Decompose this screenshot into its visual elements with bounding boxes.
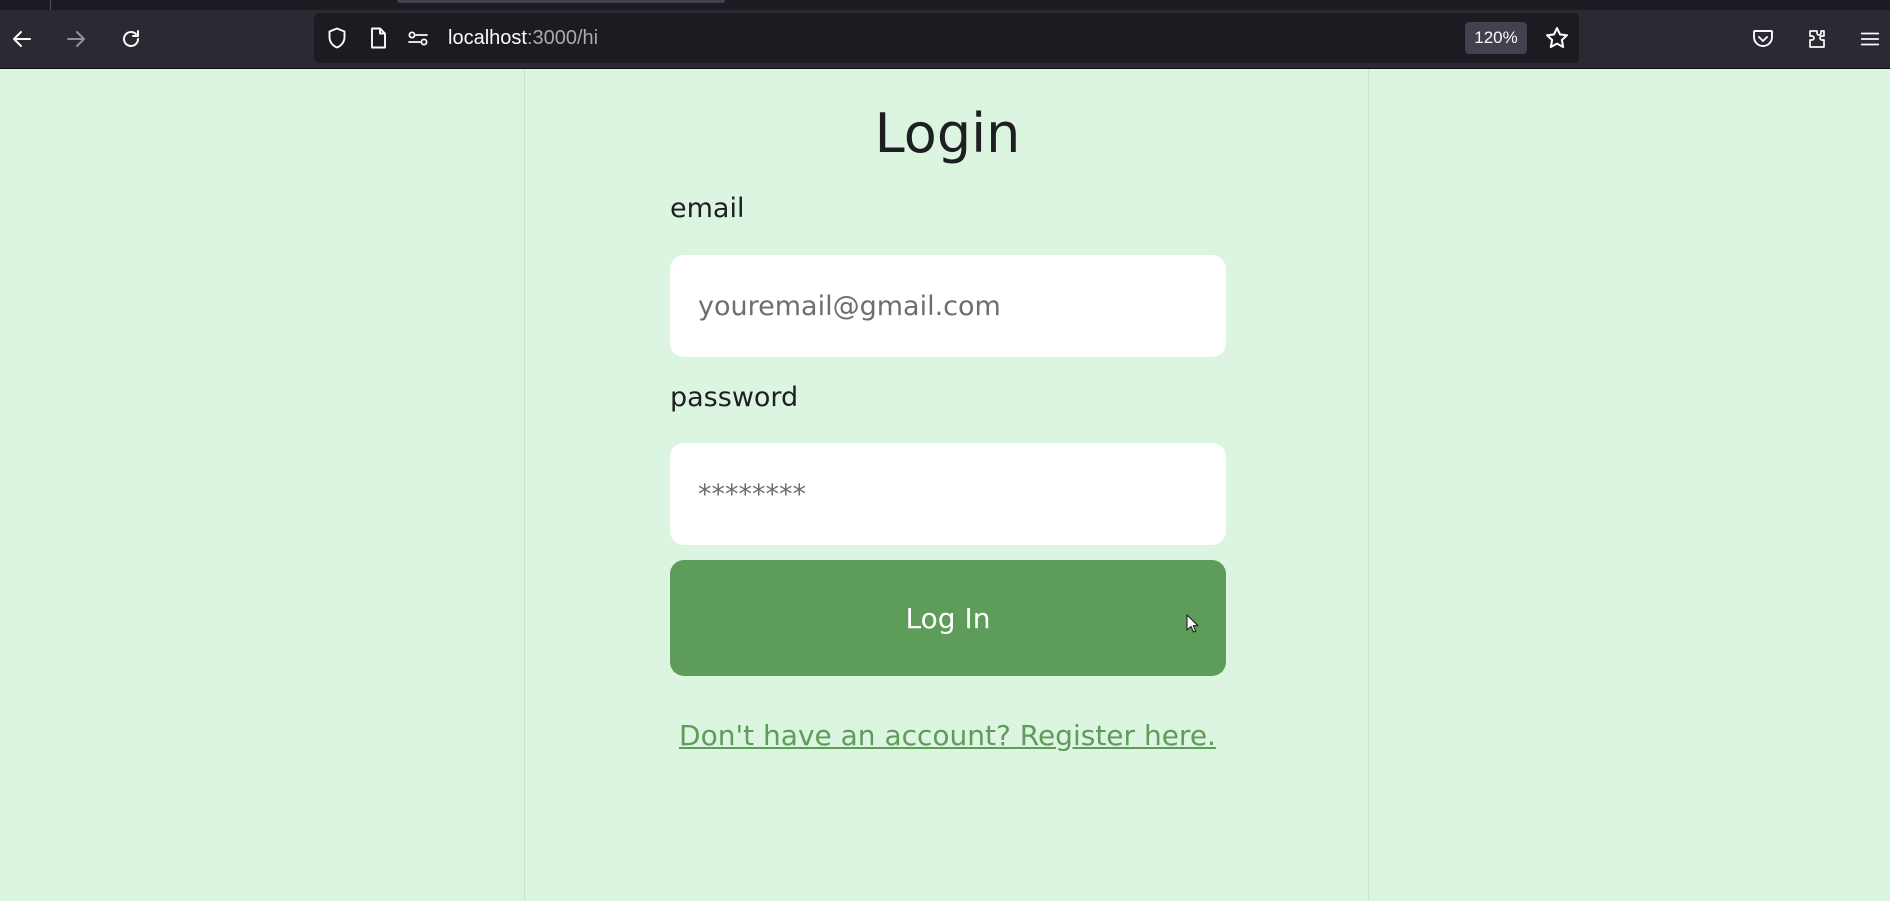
back-button[interactable]	[4, 21, 40, 57]
page-info-icon[interactable]	[366, 26, 390, 50]
register-link[interactable]: Don't have an account? Register here.	[525, 716, 1370, 756]
url-bar[interactable]: localhost:3000/hi 120%	[314, 13, 1579, 63]
pocket-button[interactable]	[1745, 21, 1781, 57]
page-title: Login	[874, 102, 1021, 165]
login-container: Login email password Log In Don't have a…	[524, 69, 1369, 901]
password-label: password	[670, 382, 799, 413]
tab-strip	[0, 0, 1890, 10]
login-button[interactable]: Log In	[670, 560, 1226, 676]
pocket-icon	[1753, 30, 1773, 47]
page-content: Login email password Log In Don't have a…	[0, 69, 1890, 901]
extensions-button[interactable]	[1799, 21, 1835, 57]
back-arrow-icon	[13, 31, 31, 47]
url-path: :3000/hi	[526, 27, 599, 49]
browser-toolbar: localhost:3000/hi 120%	[0, 0, 1890, 69]
extensions-icon	[1809, 30, 1825, 48]
hamburger-menu-icon	[1860, 32, 1880, 46]
password-field[interactable]	[670, 443, 1226, 545]
mouse-cursor-icon	[1186, 614, 1199, 633]
url-host: localhost	[448, 27, 527, 49]
active-tab[interactable]	[397, 0, 725, 3]
app-menu-button[interactable]	[1852, 21, 1888, 57]
bookmark-star-icon[interactable]	[1544, 25, 1570, 51]
forward-button[interactable]	[58, 21, 94, 57]
reload-icon	[123, 30, 139, 47]
forward-arrow-icon	[67, 31, 85, 47]
zoom-level-badge[interactable]: 120%	[1465, 22, 1527, 54]
tab-separator	[50, 0, 51, 10]
url-text[interactable]: localhost:3000/hi	[448, 26, 598, 50]
permissions-icon[interactable]	[406, 26, 430, 50]
email-label: email	[670, 193, 745, 224]
reload-button[interactable]	[113, 21, 149, 57]
email-field[interactable]	[670, 255, 1226, 357]
tracking-protection-shield-icon[interactable]	[325, 26, 349, 50]
